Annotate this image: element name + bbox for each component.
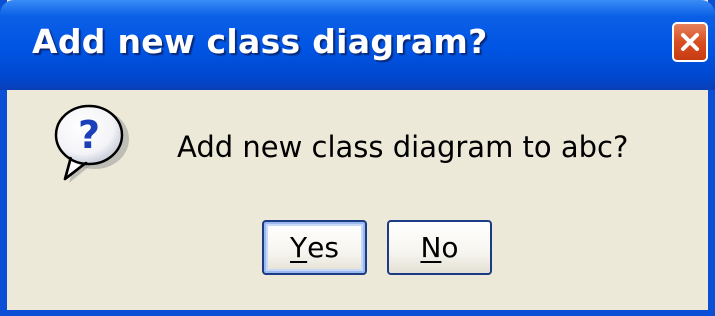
svg-text:?: ?: [78, 113, 100, 157]
title-bar[interactable]: Add new class diagram?: [0, 0, 715, 90]
dialog-title: Add new class diagram?: [32, 22, 488, 61]
no-mnemonic: N: [420, 231, 442, 264]
close-button[interactable]: [672, 22, 708, 62]
question-icon: ?: [45, 103, 155, 193]
dialog-window: Add new class diagram? ? Add new class d…: [0, 0, 715, 316]
yes-label-rest: es: [307, 231, 339, 264]
yes-mnemonic: Y: [290, 231, 308, 264]
no-label-rest: o: [441, 231, 459, 264]
dialog-message: Add new class diagram to abc?: [177, 130, 629, 164]
yes-button[interactable]: Yes: [262, 220, 367, 275]
no-button[interactable]: No: [387, 220, 492, 275]
close-icon: [679, 31, 701, 53]
